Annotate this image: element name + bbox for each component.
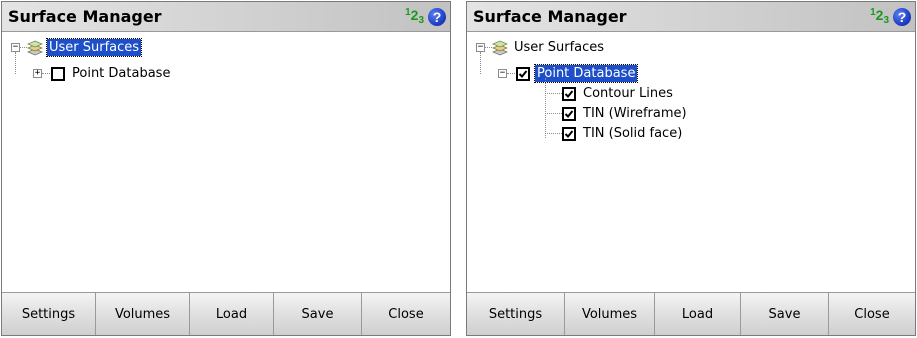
point-database-checkbox[interactable] <box>51 67 65 81</box>
tree-node-contour-lines[interactable]: Contour Lines <box>467 84 767 104</box>
tree-node-user-surfaces[interactable]: − User Surfaces <box>467 38 667 58</box>
volumes-button[interactable]: Volumes <box>96 293 190 335</box>
user-surfaces-label[interactable]: User Surfaces <box>512 39 606 56</box>
point-database-label[interactable]: Point Database <box>533 64 639 83</box>
collapse-expander[interactable]: − <box>476 43 485 52</box>
user-surfaces-label[interactable]: User Surfaces <box>45 38 143 57</box>
collapse-expander[interactable]: − <box>498 69 507 78</box>
tree-node-tin-solid-face[interactable]: TIN (Solid face) <box>467 124 767 144</box>
title-bar: Surface Manager 123 ? <box>467 2 915 32</box>
window-title: Surface Manager <box>8 7 162 26</box>
checkmark-icon <box>564 110 574 118</box>
layers-icon <box>491 40 509 56</box>
tin-solid-face-checkbox[interactable] <box>562 127 576 141</box>
tree-connector <box>20 47 27 48</box>
point-database-label[interactable]: Point Database <box>70 65 172 82</box>
tin-solid-face-label[interactable]: TIN (Solid face) <box>581 125 684 142</box>
tree-connector <box>545 133 562 134</box>
input-mode-indicator[interactable]: 123 <box>870 7 889 26</box>
checkmark-icon <box>564 90 574 98</box>
input-mode-indicator[interactable]: 123 <box>405 7 424 26</box>
close-button[interactable]: Close <box>829 293 915 335</box>
surface-tree: − User Surfaces + Point Database <box>2 32 450 294</box>
surface-manager-screen-collapsed: Surface Manager 123 ? − User Surfaces + <box>1 1 451 336</box>
tree-node-tin-wireframe[interactable]: TIN (Wireframe) <box>467 104 767 124</box>
tree-connector <box>507 73 515 74</box>
contour-lines-checkbox[interactable] <box>562 87 576 101</box>
help-icon[interactable]: ? <box>428 8 446 26</box>
window-title: Surface Manager <box>473 7 627 26</box>
settings-button[interactable]: Settings <box>467 293 565 335</box>
tin-wireframe-label[interactable]: TIN (Wireframe) <box>581 105 689 122</box>
collapse-expander[interactable]: − <box>11 43 20 52</box>
tree-node-point-database[interactable]: + Point Database <box>2 64 262 84</box>
help-icon[interactable]: ? <box>893 8 911 26</box>
load-button[interactable]: Load <box>190 293 274 335</box>
expand-expander[interactable]: + <box>33 69 42 78</box>
load-button[interactable]: Load <box>655 293 741 335</box>
tree-node-point-database[interactable]: − Point Database <box>467 64 727 84</box>
save-button[interactable]: Save <box>274 293 362 335</box>
surface-tree: − User Surfaces − Point Database Contour… <box>467 32 915 294</box>
softkey-bar: Settings Volumes Load Save Close <box>467 292 915 335</box>
contour-lines-label[interactable]: Contour Lines <box>581 85 675 102</box>
tree-connector <box>545 93 562 94</box>
title-bar: Surface Manager 123 ? <box>2 2 450 32</box>
checkmark-icon <box>518 70 528 78</box>
save-button[interactable]: Save <box>741 293 829 335</box>
surface-manager-screen-expanded: Surface Manager 123 ? − User Surfaces − <box>466 1 916 336</box>
tree-node-user-surfaces[interactable]: − User Surfaces <box>2 38 202 58</box>
volumes-button[interactable]: Volumes <box>565 293 655 335</box>
settings-button[interactable]: Settings <box>2 293 96 335</box>
softkey-bar: Settings Volumes Load Save Close <box>2 292 450 335</box>
tree-connector <box>545 113 562 114</box>
close-button[interactable]: Close <box>362 293 450 335</box>
point-database-checkbox[interactable] <box>516 67 530 81</box>
tree-connector <box>485 47 492 48</box>
layers-icon <box>26 40 44 56</box>
checkmark-icon <box>564 130 574 138</box>
tree-connector <box>42 73 50 74</box>
tin-wireframe-checkbox[interactable] <box>562 107 576 121</box>
